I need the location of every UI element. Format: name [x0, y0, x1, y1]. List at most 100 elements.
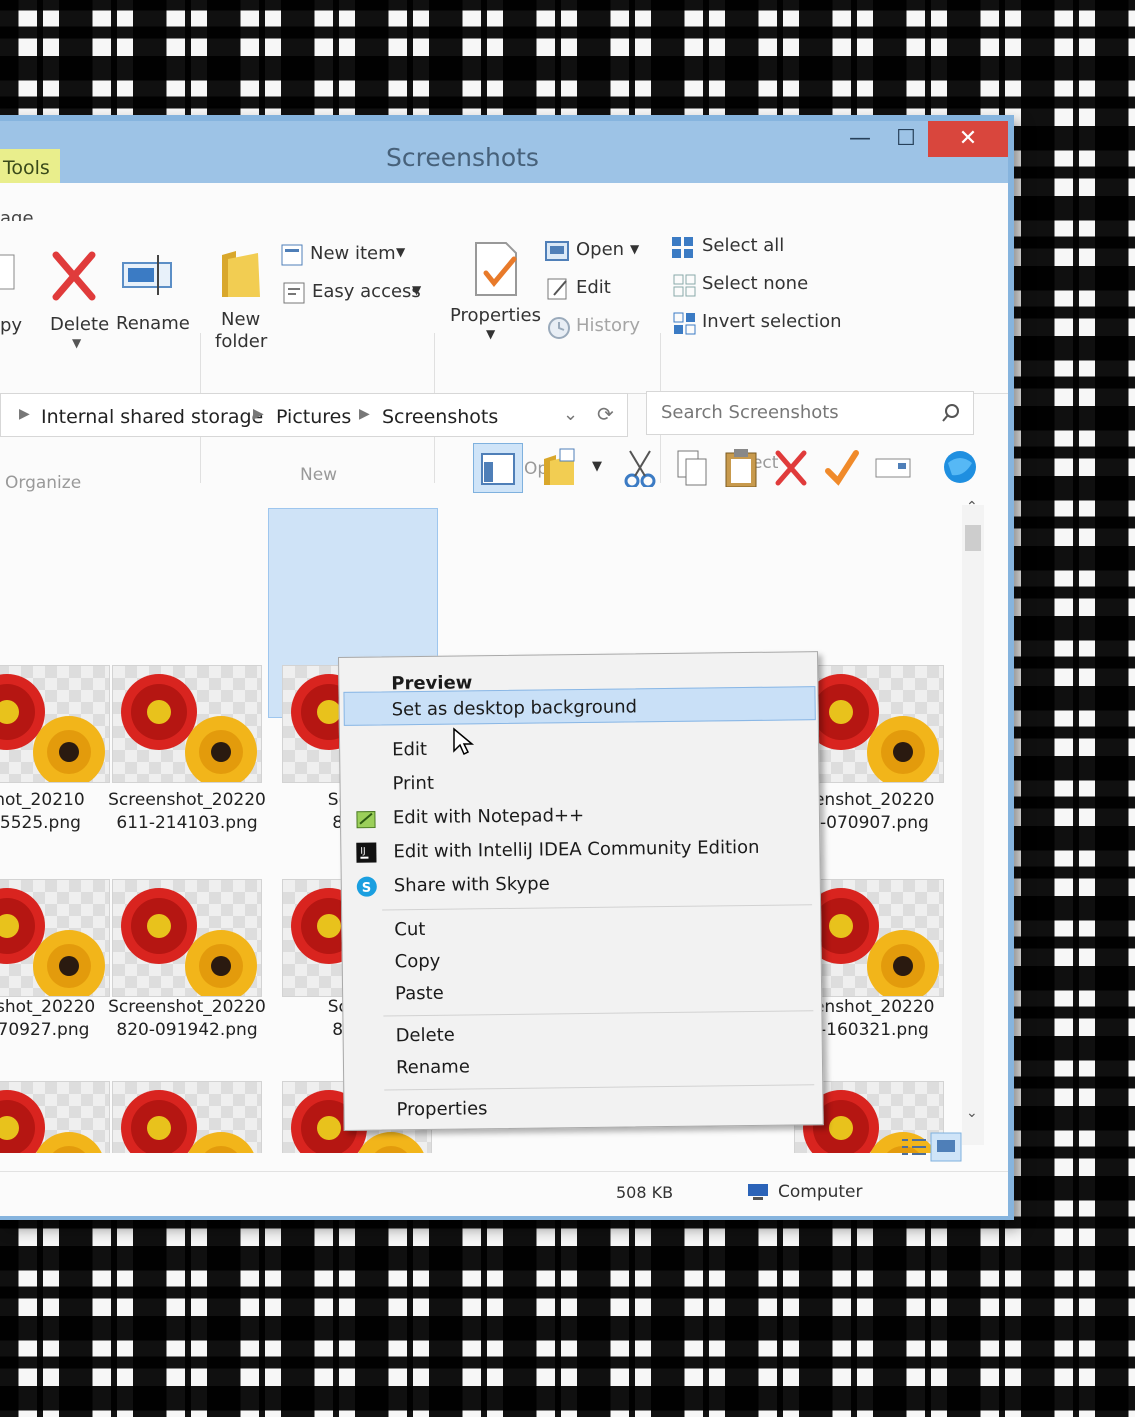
file-thumbnail[interactable]: [0, 1081, 110, 1153]
menu-item-share-skype[interactable]: Share with Skype: [394, 873, 550, 896]
menu-item-set-desktop-background[interactable]: Set as desktop background: [392, 696, 638, 720]
maximize-button[interactable]: ☐: [884, 121, 928, 157]
new-item-dropdown-icon[interactable]: ▼: [396, 245, 405, 259]
file-name[interactable]: Screenshot_20220 611-214103.png: [102, 789, 272, 835]
cut-icon[interactable]: [622, 447, 662, 487]
flower-image-icon: [121, 674, 257, 782]
new-folder-icon[interactable]: [218, 245, 264, 301]
file-thumbnail[interactable]: [112, 1081, 262, 1153]
rename-button[interactable]: Rename: [116, 313, 190, 334]
open-icon[interactable]: [544, 239, 570, 263]
file-name[interactable]: Screenshot_20220 820-091942.png: [102, 996, 272, 1042]
breadcrumb-pictures[interactable]: Pictures: [276, 406, 351, 428]
file-thumbnail[interactable]: [112, 665, 262, 783]
rename-toolbar-icon[interactable]: [874, 447, 914, 487]
select-none-icon[interactable]: [672, 273, 698, 299]
copy-icon[interactable]: [0, 251, 18, 297]
properties-toolbar-icon[interactable]: [822, 447, 862, 487]
details-view-icon[interactable]: [900, 1134, 928, 1160]
menu-item-edit-notepad[interactable]: Edit with Notepad++: [393, 805, 584, 828]
menu-item-print[interactable]: Print: [392, 773, 434, 795]
computer-icon: [748, 1184, 768, 1200]
delete-toolbar-icon[interactable]: [772, 447, 812, 487]
preview-pane-button[interactable]: [473, 443, 523, 493]
edit-button[interactable]: Edit: [576, 277, 611, 298]
flower-image-icon: [0, 1090, 102, 1153]
menu-item-rename[interactable]: Rename: [396, 1056, 470, 1078]
properties-button[interactable]: Properties: [450, 305, 541, 326]
delete-button[interactable]: Delete: [50, 314, 109, 335]
file-thumbnail[interactable]: [0, 879, 110, 997]
invert-selection-button[interactable]: Invert selection: [702, 311, 842, 332]
delete-icon[interactable]: [50, 251, 98, 301]
select-none-button[interactable]: Select none: [702, 273, 808, 294]
breadcrumb-arrow-icon[interactable]: ▶: [359, 406, 370, 422]
breadcrumb-arrow-icon[interactable]: ▶: [253, 406, 264, 422]
ribbon: py Delete ▼ Rename Organize New folder N…: [0, 221, 1008, 493]
new-item-button[interactable]: New item: [310, 243, 396, 264]
flower-image-icon: [121, 888, 257, 996]
menu-separator: [382, 904, 813, 911]
scroll-down-icon[interactable]: ⌄: [966, 1105, 978, 1121]
properties-icon[interactable]: [470, 239, 520, 299]
flower-image-icon: [121, 1090, 254, 1153]
properties-dropdown-icon[interactable]: ▼: [486, 327, 495, 341]
file-name-line: 820-091942.png: [116, 1020, 258, 1040]
menu-item-edit[interactable]: Edit: [392, 739, 427, 760]
easy-access-icon[interactable]: [282, 281, 306, 305]
delete-dropdown-icon[interactable]: ▼: [72, 336, 81, 350]
minimize-button[interactable]: —: [838, 121, 882, 157]
invert-selection-icon[interactable]: [672, 311, 698, 337]
file-thumbnail[interactable]: [112, 879, 262, 997]
tab-picture-tools[interactable]: Tools: [0, 149, 60, 187]
menu-item-properties[interactable]: Properties: [396, 1098, 487, 1120]
edit-icon[interactable]: [546, 277, 570, 301]
menu-item-edit-intellij[interactable]: Edit with IntelliJ IDEA Community Editio…: [393, 837, 759, 862]
refresh-icon[interactable]: ⟳: [597, 402, 614, 426]
search-input[interactable]: Search Screenshots: [661, 402, 839, 423]
new-folder-label-2[interactable]: folder: [215, 331, 267, 352]
folder-properties-icon[interactable]: [540, 447, 580, 487]
copy-label: py: [0, 315, 23, 336]
rename-icon[interactable]: [120, 251, 176, 299]
select-all-button[interactable]: Select all: [702, 235, 784, 256]
large-icons-view-icon[interactable]: [930, 1132, 962, 1162]
search-box[interactable]: Search Screenshots: [646, 391, 974, 435]
scroll-thumb[interactable]: [965, 525, 981, 551]
vertical-scrollbar[interactable]: ⌃ ⌄: [962, 499, 984, 1145]
open-dropdown-icon[interactable]: ▼: [630, 242, 639, 256]
menu-separator: [383, 1010, 814, 1017]
paste-icon[interactable]: [722, 447, 762, 487]
quick-toolbar: ▼: [0, 439, 1008, 501]
preview-pane-icon: [481, 453, 515, 485]
menu-item-cut[interactable]: Cut: [394, 919, 425, 940]
close-button[interactable]: ✕: [928, 121, 1008, 157]
new-item-icon[interactable]: [280, 243, 304, 267]
breadcrumb-internal-storage[interactable]: Internal shared storage: [41, 406, 263, 428]
flower-image-icon: [0, 674, 105, 782]
file-name-line: Screenshot_20220: [108, 997, 266, 1017]
menu-item-preview[interactable]: Preview: [391, 672, 472, 694]
breadcrumb-screenshots[interactable]: Screenshots: [382, 406, 498, 428]
open-button[interactable]: Open: [576, 239, 624, 260]
status-size: 508 KB: [616, 1183, 674, 1202]
breadcrumb-arrow-icon[interactable]: ▶: [19, 406, 30, 422]
address-dropdown-icon[interactable]: ⌄: [563, 404, 578, 425]
new-folder-label-1[interactable]: New: [221, 309, 260, 330]
easy-access-button[interactable]: Easy access: [312, 281, 421, 302]
scroll-up-icon[interactable]: ⌃: [966, 499, 978, 515]
menu-item-paste[interactable]: Paste: [395, 983, 444, 1005]
history-button[interactable]: History: [576, 315, 640, 336]
menu-item-delete[interactable]: Delete: [396, 1025, 455, 1047]
address-bar[interactable]: ▶ Internal shared storage ▶ Pictures ▶ S…: [0, 393, 628, 437]
select-all-icon[interactable]: [670, 235, 696, 261]
file-thumbnail[interactable]: [0, 665, 110, 783]
easy-access-dropdown-icon[interactable]: ▼: [412, 283, 421, 297]
copy-toolbar-icon[interactable]: [672, 447, 712, 487]
intellij-icon: IJ: [356, 842, 377, 863]
globe-icon[interactable]: [938, 447, 978, 487]
file-name-line: Screenshot_20220: [108, 790, 266, 810]
history-icon[interactable]: [546, 315, 572, 341]
menu-item-copy[interactable]: Copy: [395, 951, 441, 973]
search-icon[interactable]: [941, 403, 961, 423]
